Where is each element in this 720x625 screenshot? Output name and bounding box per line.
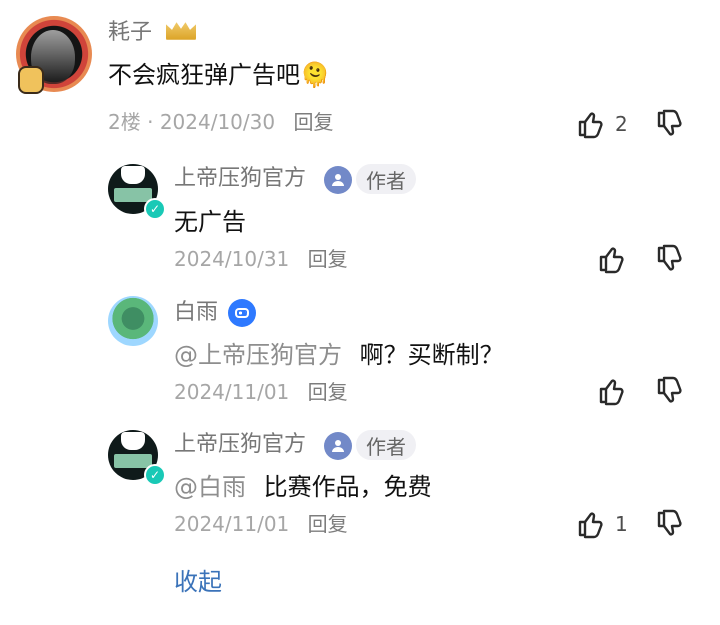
reply-button-1[interactable]: 回复 — [308, 247, 348, 271]
author-badge: 作者 — [356, 164, 416, 194]
main-like-group: 2 — [573, 107, 628, 141]
reply-like-group-3: 1 — [573, 507, 628, 541]
main-like-count: 2 — [615, 112, 628, 136]
verified-icon: ✓ — [144, 464, 166, 486]
reply-date-1: 2024/10/31 — [174, 247, 290, 271]
author-user-icon — [324, 432, 352, 460]
thumb-down-icon[interactable] — [652, 374, 686, 408]
reply-meta-2: 2024/11/01 回复 — [174, 378, 348, 406]
thumb-up-icon[interactable] — [573, 507, 607, 541]
thumb-up-icon[interactable] — [573, 107, 607, 141]
gamepad-icon — [228, 299, 256, 327]
reply-like-count-3: 1 — [615, 512, 628, 536]
floor-label: 2楼 — [108, 110, 141, 134]
reply-username-1[interactable]: 上帝压狗官方 — [174, 164, 306, 194]
main-reply-button[interactable]: 回复 — [293, 110, 333, 134]
reply-date-3: 2024/11/01 — [174, 512, 290, 536]
reply-meta-3: 2024/11/01 回复 — [174, 510, 348, 538]
author-user-icon — [324, 166, 352, 194]
reply-body-2: 啊？买断制？ — [359, 341, 504, 369]
author-badge: 作者 — [356, 430, 416, 460]
thumb-down-icon[interactable] — [652, 242, 686, 276]
reply-username-3[interactable]: 上帝压狗官方 — [174, 430, 306, 460]
main-comment-meta: 2楼 · 2024/10/30 回复 — [108, 108, 333, 136]
thumb-down-icon[interactable] — [652, 107, 686, 141]
meta-separator: · — [147, 110, 160, 134]
reply-avatar-2[interactable] — [108, 296, 158, 346]
collapse-replies-link[interactable]: 收起 — [174, 566, 222, 598]
mention-user[interactable]: @白雨 — [174, 473, 246, 501]
reply-date-2: 2024/11/01 — [174, 380, 290, 404]
reply-text-3: @白雨 比赛作品，免费 — [174, 470, 432, 504]
main-username[interactable]: 耗子 — [108, 18, 152, 48]
reply-meta-1: 2024/10/31 回复 — [174, 245, 348, 273]
reply-text-2: @上帝压狗官方 啊？买断制？ — [174, 338, 504, 372]
main-comment-text: 不会疯狂弹广告吧🫠 — [108, 61, 330, 89]
thumb-up-icon[interactable] — [594, 374, 628, 408]
main-comment-date: 2024/10/30 — [159, 110, 276, 134]
mention-author[interactable]: @上帝压狗官方 — [174, 341, 342, 369]
reply-button-2[interactable]: 回复 — [308, 380, 348, 404]
thumb-down-icon[interactable] — [652, 507, 686, 541]
thumb-up-icon[interactable] — [594, 242, 628, 276]
reply-text-1: 无广告 — [174, 208, 246, 236]
reply-body-3: 比赛作品，免费 — [263, 473, 432, 501]
avatar-frame-decoration — [18, 66, 44, 94]
reply-button-3[interactable]: 回复 — [308, 512, 348, 536]
reply-username-2[interactable]: 白雨 — [174, 298, 218, 328]
verified-icon: ✓ — [144, 198, 166, 220]
crown-icon — [166, 22, 196, 40]
